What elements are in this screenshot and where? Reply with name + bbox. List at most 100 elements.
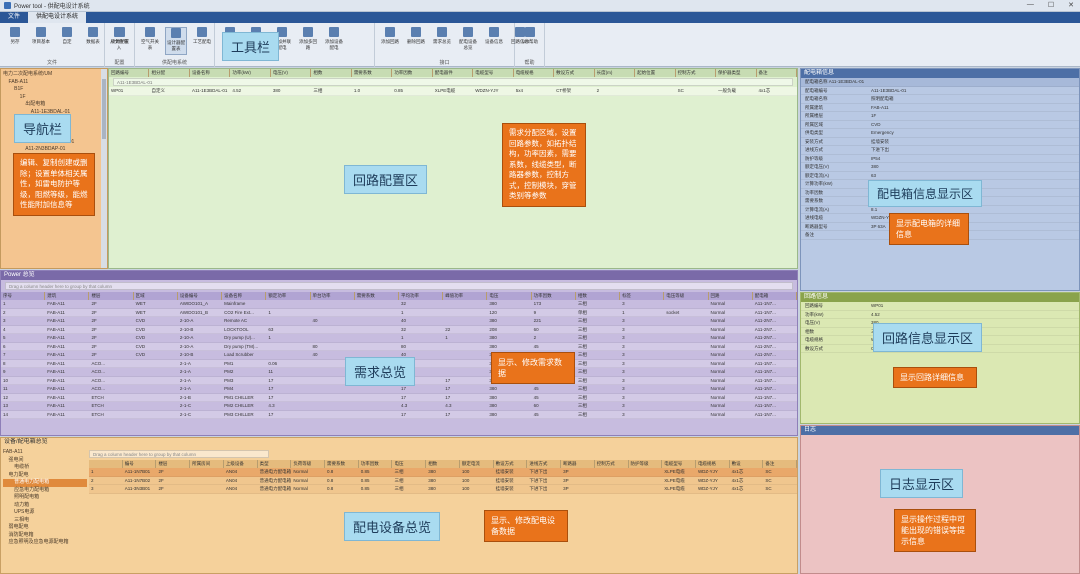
column-header[interactable]: 需要系数 <box>355 292 399 300</box>
table-cell[interactable]: 380 <box>271 87 311 95</box>
table-cell[interactable]: WDZ-YJY <box>696 468 730 476</box>
toolbar-button[interactable]: 删除回路 <box>405 27 427 55</box>
table-cell[interactable]: PM2 CHILLER <box>222 402 266 410</box>
table-cell[interactable]: XLPE电缆 <box>662 485 696 493</box>
table-cell[interactable]: 5 <box>1 334 45 342</box>
column-header[interactable]: 防护等级 <box>629 460 663 468</box>
table-cell[interactable]: SC <box>763 468 797 476</box>
column-header[interactable]: 备注 <box>763 460 797 468</box>
table-cell[interactable]: 380 <box>426 485 460 493</box>
table-cell[interactable] <box>664 377 708 385</box>
info-value[interactable]: 下进下出 <box>871 146 1079 154</box>
table-cell[interactable] <box>355 317 399 325</box>
table-cell[interactable] <box>355 385 399 393</box>
table-cell[interactable] <box>355 300 399 308</box>
column-header[interactable]: 单台功率 <box>311 292 355 300</box>
table-cell[interactable]: 380 <box>487 300 531 308</box>
table-cell[interactable]: 63 <box>266 326 310 334</box>
table-cell[interactable]: A11-2N7... <box>753 343 797 351</box>
table-cell[interactable]: Load Scrubber <box>222 351 266 359</box>
table-cell[interactable]: 三相 <box>576 394 620 402</box>
table-cell[interactable]: FAB-A11 <box>45 351 89 359</box>
table-cell[interactable]: ETCH <box>89 394 133 402</box>
table-cell[interactable] <box>311 402 355 410</box>
table-cell[interactable]: 3 <box>620 343 664 351</box>
table-cell[interactable]: 1 <box>266 334 310 342</box>
table-cell[interactable]: 三相 <box>576 385 620 393</box>
table-cell[interactable]: CT桥架 <box>554 87 594 95</box>
table-cell[interactable]: 下进下出 <box>527 485 561 493</box>
table-cell[interactable] <box>443 368 487 376</box>
table-cell[interactable] <box>311 309 355 317</box>
table-row[interactable]: 6 FAB-A11 2F CVD 2-10-A Dry pump (TM)... 80 80 3… <box>1 342 797 351</box>
column-header[interactable]: 建筑 <box>45 292 90 300</box>
table-cell[interactable] <box>629 468 663 476</box>
toolbar-button[interactable]: UM帮助 <box>519 27 541 55</box>
table-cell[interactable]: 3 <box>620 394 664 402</box>
table-cell[interactable]: 45 <box>532 411 576 419</box>
column-header[interactable]: 进线方式 <box>527 460 562 468</box>
table-cell[interactable]: 40 <box>399 317 443 325</box>
table-cell[interactable]: ACO... <box>89 368 133 376</box>
table-row[interactable]: 13 FAB-A11 ETCH 2-1-C PM2 CHILLER 4.3 4.3 4.3 38… <box>1 402 797 411</box>
table-cell[interactable]: WDZ-YJY <box>696 485 730 493</box>
table-cell[interactable]: 3 <box>620 385 664 393</box>
table-cell[interactable]: 45 <box>532 385 576 393</box>
table-cell[interactable]: AN04 <box>224 468 258 476</box>
table-cell[interactable]: Normal <box>709 334 753 342</box>
table-cell[interactable] <box>443 360 487 368</box>
table-cell[interactable]: 8 <box>1 360 45 368</box>
table-cell[interactable]: 2-10-B <box>178 351 222 359</box>
table-cell[interactable]: 4x1芯 <box>730 477 764 485</box>
info-value[interactable]: WP01 <box>871 302 1079 310</box>
table-cell[interactable] <box>134 411 178 419</box>
table-cell[interactable]: 三相 <box>576 317 620 325</box>
equipment-tree-item[interactable]: 消防配电箱 <box>3 532 87 540</box>
table-cell[interactable]: FAB-A11 <box>45 360 89 368</box>
table-cell[interactable]: Normal <box>709 394 753 402</box>
table-cell[interactable]: CVD <box>134 326 178 334</box>
table-cell[interactable]: A11-1N7... <box>753 360 797 368</box>
table-cell[interactable]: 3 <box>620 326 664 334</box>
table-cell[interactable]: 80 <box>311 343 355 351</box>
column-header[interactable]: 需要系数 <box>352 69 393 77</box>
info-value[interactable]: FAB-A11 <box>871 104 1079 112</box>
table-cell[interactable]: PM3 <box>222 377 266 385</box>
table-cell[interactable]: FAB-A11 <box>45 334 89 342</box>
table-row[interactable]: 11 FAB-A11 ACO... 2-1-A PM4 17 17 17 380 45 三相 3 Nor… <box>1 385 797 394</box>
equipment-tree-item[interactable]: FAB-A11 <box>3 449 87 457</box>
table-cell[interactable]: A11-3N3B01 <box>123 485 157 493</box>
table-cell[interactable]: 2F <box>89 300 133 308</box>
table-cell[interactable]: 挂墙安装 <box>494 468 528 476</box>
table-cell[interactable]: Normal <box>709 326 753 334</box>
table-cell[interactable]: 60 <box>532 326 576 334</box>
table-cell[interactable]: PM4 <box>222 385 266 393</box>
table-cell[interactable]: 三相 <box>392 468 426 476</box>
table-cell[interactable] <box>134 385 178 393</box>
table-cell[interactable]: AWIDO101_A <box>178 300 222 308</box>
column-header[interactable]: 备注 <box>757 69 797 77</box>
equipment-tree-item[interactable]: 动力箱 <box>3 502 87 510</box>
table-cell[interactable]: CO2 Fire Ext... <box>222 309 266 317</box>
column-header[interactable]: 序号 <box>1 292 46 300</box>
table-cell[interactable] <box>266 343 310 351</box>
table-cell[interactable] <box>664 368 708 376</box>
table-row[interactable]: 5 FAB-A11 2F CVD 2-10-A Dry pump (U)... 1 1 1 380… <box>1 334 797 343</box>
column-header[interactable]: 设备编号 <box>178 292 223 300</box>
column-header[interactable]: 额定功率 <box>266 292 311 300</box>
table-cell[interactable]: 17 <box>399 394 443 402</box>
table-cell[interactable] <box>190 468 224 476</box>
table-cell[interactable] <box>355 334 399 342</box>
table-cell[interactable]: 2 <box>89 477 123 485</box>
table-cell[interactable] <box>311 326 355 334</box>
table-cell[interactable]: 17 <box>399 411 443 419</box>
table-cell[interactable]: FAB-A11 <box>45 326 89 334</box>
table-cell[interactable]: 1 <box>399 334 443 342</box>
table-cell[interactable] <box>190 485 224 493</box>
equipment-tree-item[interactable]: UPS电源 <box>3 509 87 517</box>
table-cell[interactable]: 32 <box>399 326 443 334</box>
table-row[interactable]: 3 FAB-A11 2F CVD 2-10-A Remote AC 40 40 380 221 三相… <box>1 317 797 326</box>
table-cell[interactable]: 17 <box>266 394 310 402</box>
table-cell[interactable]: 0.8 <box>325 477 359 485</box>
table-cell[interactable]: Normal <box>291 468 325 476</box>
